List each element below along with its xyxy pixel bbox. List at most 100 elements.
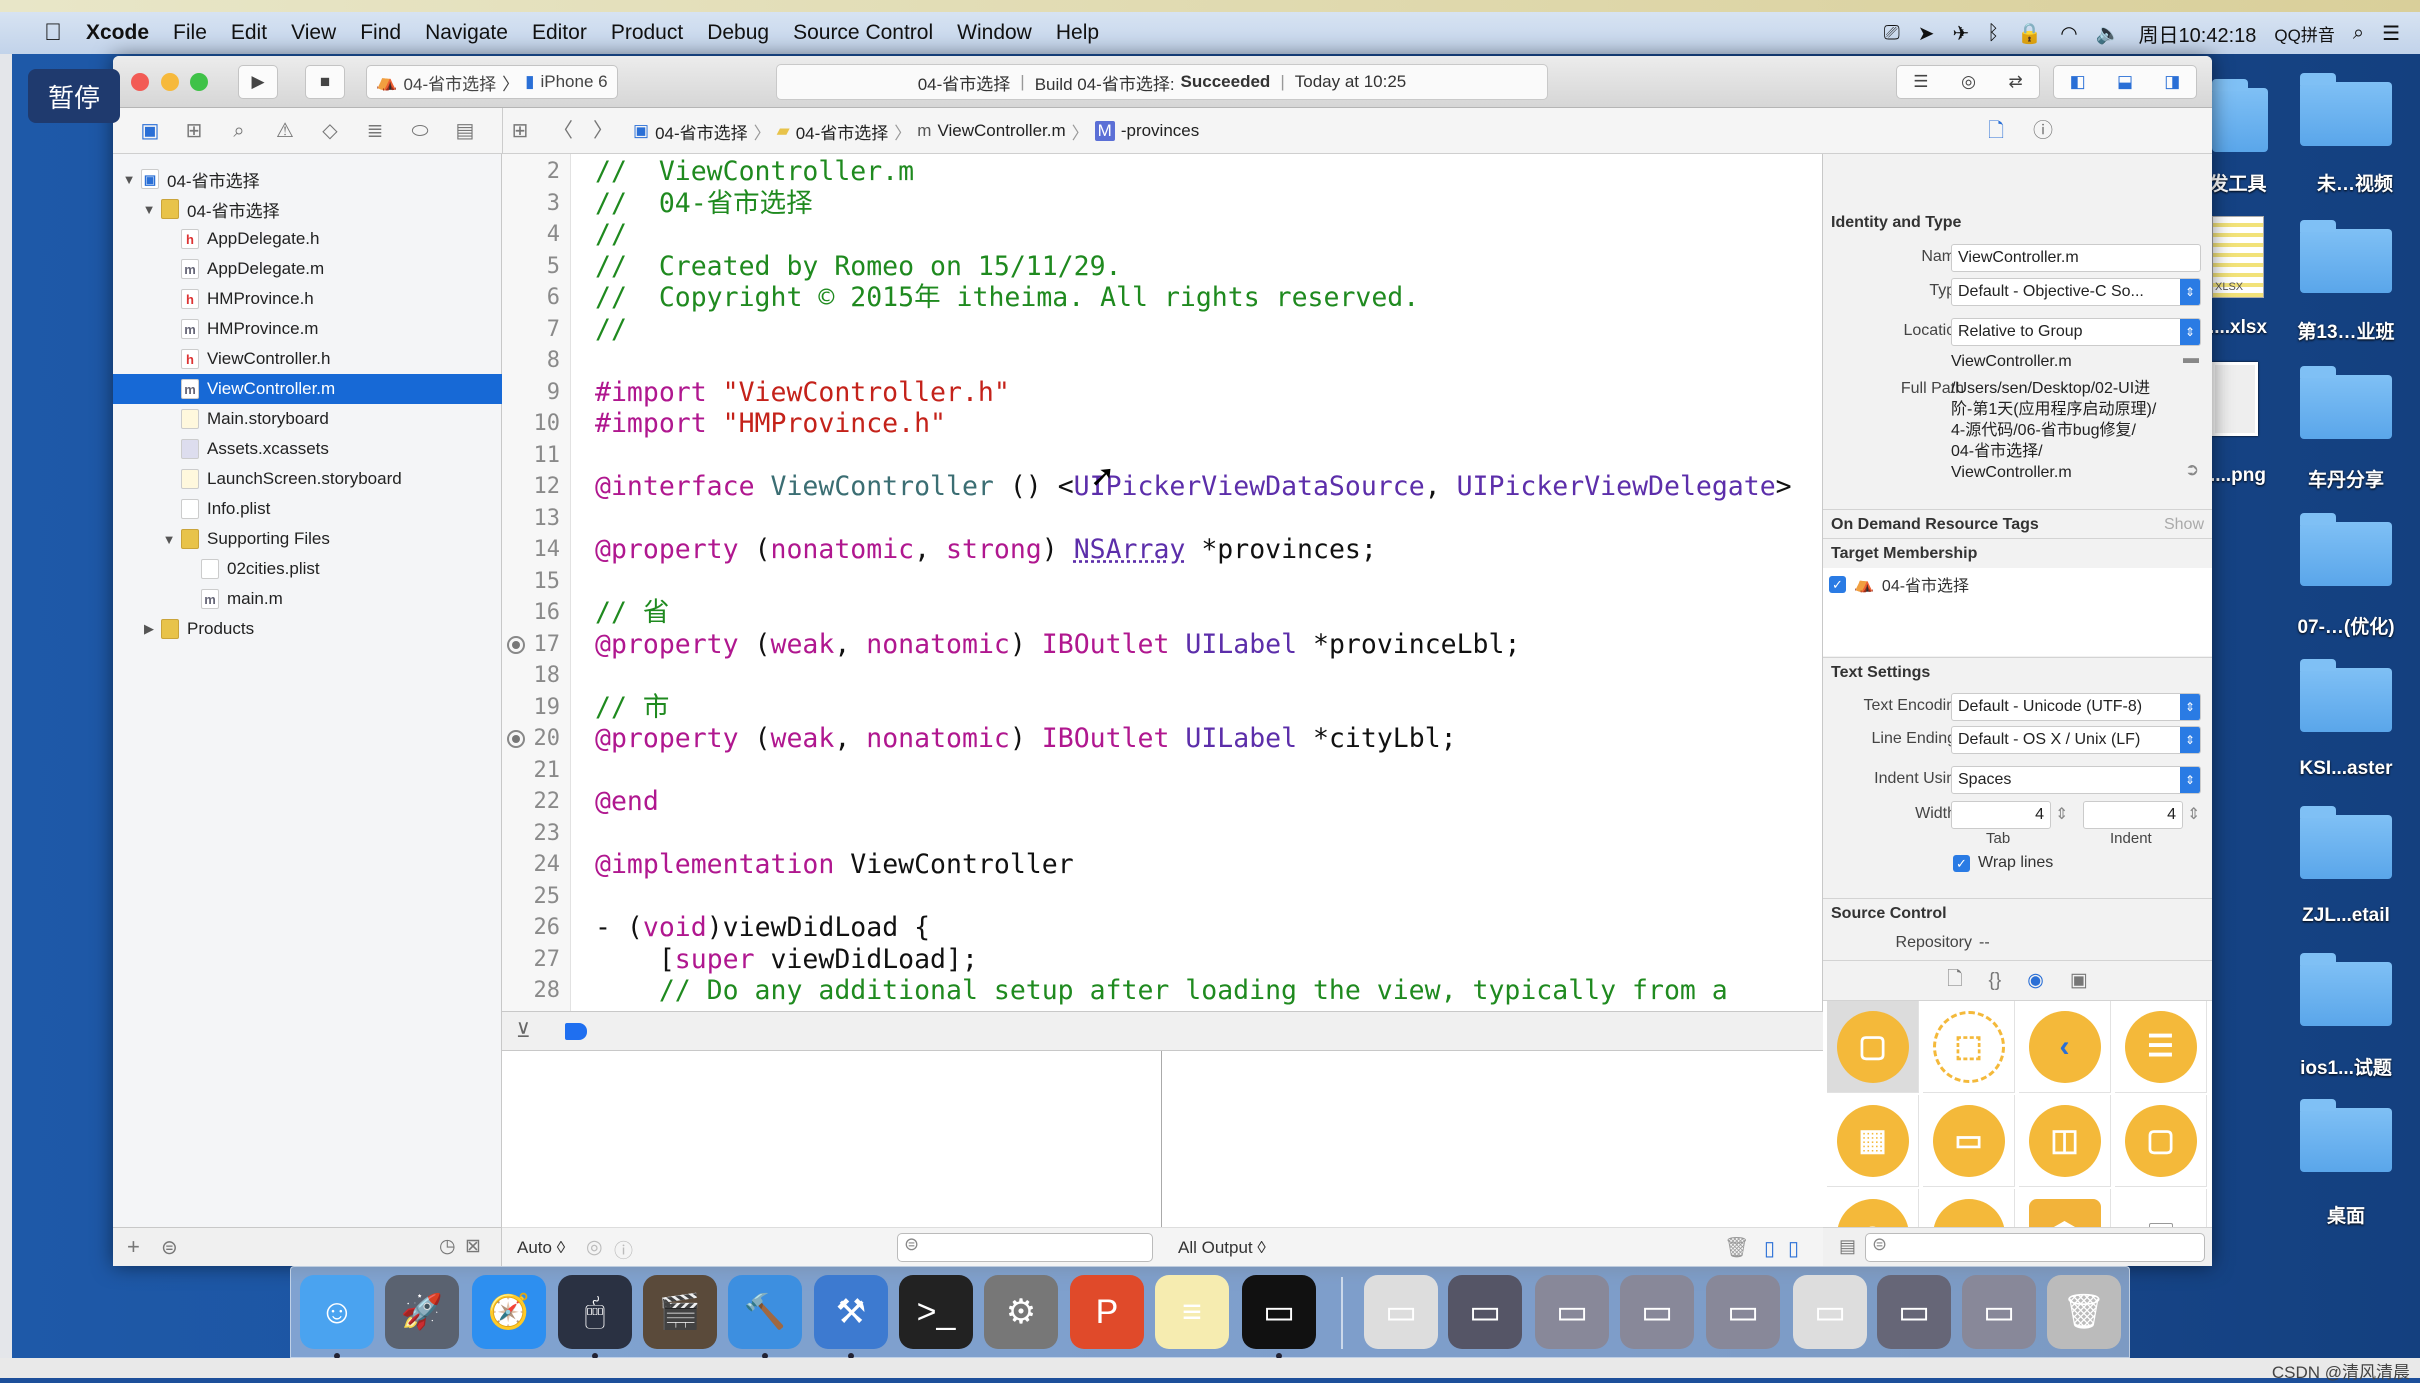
dock-notes[interactable]: ≡ — [1155, 1275, 1229, 1349]
show-variables-icon[interactable]: ▯ — [1764, 1236, 1775, 1261]
library-item-navigation-controller[interactable]: ‹ — [2019, 1001, 2111, 1093]
dock-xcode[interactable]: 🔨 — [728, 1275, 802, 1359]
navigator-item[interactable]: h AppDelegate.h — [113, 224, 502, 254]
target-checkbox[interactable]: ✓ — [1829, 575, 1846, 593]
source-editor[interactable]: 2 // ViewController.m 3 // 04-省市选择 4 // 5 // Cr… — [502, 154, 1823, 1011]
breadcrumb-item[interactable]: 04-省市选择 — [796, 119, 889, 144]
symbol-navigator-icon[interactable]: ⊞ — [181, 118, 207, 144]
menu-xcode[interactable]: Xcode — [86, 21, 149, 45]
variables-scope-popup[interactable]: Auto ◊ — [517, 1238, 565, 1258]
back-icon[interactable]: 〈 — [550, 118, 576, 144]
navigator-item[interactable]: Info.plist — [113, 494, 502, 524]
desktop-folder-icon[interactable] — [2300, 659, 2392, 732]
library-item-storyboard-reference[interactable]: ⬚ — [1923, 1001, 2015, 1093]
file-inspector-icon[interactable]: 🗋 — [1983, 118, 2009, 144]
console-output-popup[interactable]: All Output ◊ — [1178, 1238, 1266, 1258]
indent-stepper[interactable]: ⇕ — [2187, 804, 2200, 824]
breadcrumb-item[interactable]: -provinces — [1121, 121, 1199, 141]
navigator-item[interactable]: m AppDelegate.m — [113, 254, 502, 284]
breadcrumb-item[interactable]: 04-省市选择 — [655, 119, 748, 144]
dock-window-5[interactable]: ▭ — [1706, 1275, 1780, 1349]
disclosure-open-icon[interactable]: ▼ — [121, 172, 137, 187]
outlet-connection-icon[interactable] — [507, 635, 525, 654]
breakpoints-toggle-icon[interactable] — [565, 1023, 587, 1040]
library-filter-field[interactable]: ⊜ — [1865, 1233, 2205, 1262]
media-library-icon[interactable]: ▣ — [2070, 969, 2088, 992]
volume-icon[interactable]: 🔈 — [2096, 21, 2121, 46]
navigator-item[interactable]: Assets.xcassets — [113, 434, 502, 464]
indent-width-field[interactable]: 4 — [2083, 801, 2183, 829]
dock-window-3[interactable]: ▭ — [1535, 1275, 1609, 1349]
desktop-folder-icon[interactable] — [2300, 953, 2392, 1026]
navigator-item[interactable]: h ViewController.h — [113, 344, 502, 374]
tab-width-field[interactable]: 4 — [1951, 801, 2051, 829]
library-item-table-view-controller[interactable]: ☰ — [2115, 1001, 2207, 1093]
navigator-item[interactable]: m ViewController.m — [113, 374, 502, 404]
source-control-filter-icon[interactable]: ⊠ — [465, 1235, 481, 1258]
run-button[interactable]: ▶ — [238, 65, 278, 99]
reveal-in-finder-icon[interactable]: ➲ — [2185, 460, 2199, 480]
wifi-icon[interactable]: ◠ — [2060, 21, 2077, 46]
odr-show-button[interactable]: Show — [2164, 510, 2204, 540]
navigator-item[interactable]: ▼ Supporting Files — [113, 524, 502, 554]
dock-launchpad[interactable]: 🚀 — [385, 1275, 459, 1349]
library-item-collection-view-controller[interactable]: ▦ — [1827, 1095, 1919, 1187]
indent-popup[interactable]: Spaces ⇕ — [1951, 766, 2201, 794]
quick-help-icon[interactable]: ⓘ — [2030, 118, 2056, 144]
assistant-editor-icon[interactable]: ◎ — [1961, 72, 1976, 92]
dock-terminal[interactable]: >_ — [899, 1275, 973, 1349]
location-popup[interactable]: Relative to Group ⇕ — [1951, 318, 2201, 346]
console-view[interactable] — [1162, 1051, 1823, 1227]
dock-window-2[interactable]: ▭ — [1448, 1275, 1522, 1349]
desktop-item-label[interactable]: KSI...aster — [2276, 758, 2416, 780]
library-item-tab-bar-controller[interactable]: ▭ — [1923, 1095, 2015, 1187]
menu-window[interactable]: Window — [957, 21, 1032, 45]
folder-icon[interactable]: ▬ — [2183, 350, 2199, 368]
test-navigator-icon[interactable]: ◇ — [317, 118, 343, 144]
navigator-item[interactable]: ▼ 04-省市选择 — [113, 194, 502, 224]
menu-debug[interactable]: Debug — [707, 21, 769, 45]
debug-navigator-icon[interactable]: ≣ — [362, 118, 388, 144]
airplane-icon[interactable]: ✈ — [1953, 21, 1970, 46]
toggle-utilities-icon[interactable]: ◨ — [2164, 72, 2180, 92]
desktop-item-label[interactable]: ios1...试题 — [2276, 1053, 2416, 1080]
bluetooth-icon[interactable]: ᛒ — [1987, 22, 1999, 45]
encoding-popup[interactable]: Default - Unicode (UTF-8) ⇕ — [1951, 693, 2201, 721]
outlet-connection-icon[interactable] — [507, 730, 525, 748]
find-navigator-icon[interactable]: ⌕ — [226, 118, 252, 144]
dock-trash[interactable]: 🗑 — [2047, 1275, 2121, 1349]
zoom-button[interactable] — [190, 73, 208, 91]
dock-wps[interactable]: P — [1070, 1275, 1144, 1349]
lock-icon[interactable]: 🔒 — [2017, 21, 2042, 46]
dock-terminal-exec[interactable]: ▭ — [1242, 1275, 1316, 1359]
library-item-split-view-controller[interactable]: ◫ — [2019, 1095, 2111, 1187]
desktop-folder-icon[interactable] — [2300, 513, 2392, 586]
desktop-folder-icon[interactable] — [2300, 366, 2392, 439]
menu-navigate[interactable]: Navigate — [425, 21, 508, 45]
disclosure-closed-icon[interactable]: ▶ — [141, 621, 157, 637]
desktop-folder-icon[interactable] — [2300, 73, 2392, 146]
minimize-button[interactable] — [161, 73, 179, 91]
issue-navigator-icon[interactable]: ⚠ — [272, 118, 298, 144]
type-popup[interactable]: Default - Objective-C So... ⇕ — [1951, 278, 2201, 306]
variables-filter-field[interactable]: ⊜ — [897, 1233, 1153, 1262]
code-snippet-library-icon[interactable]: {} — [1989, 970, 2002, 992]
filter-icon[interactable]: ⊜ — [161, 1235, 178, 1260]
show-console-icon[interactable]: ▯ — [1788, 1236, 1799, 1261]
navigator-item[interactable]: ▼ ▣ 04-省市选择 — [113, 164, 502, 194]
desktop-folder-icon[interactable] — [2300, 220, 2392, 293]
project-navigator-icon[interactable]: ▣ — [137, 118, 163, 144]
dock-window-8[interactable]: ▭ — [1962, 1275, 2036, 1349]
input-method[interactable]: QQ拼音 — [2274, 21, 2334, 46]
hide-debug-area-icon[interactable]: ⊻ — [516, 1018, 531, 1043]
breakpoint-navigator-icon[interactable]: ⬭ — [407, 118, 433, 144]
location-icon[interactable]: ➤ — [1918, 21, 1935, 46]
pause-badge[interactable]: 暂停 — [28, 69, 120, 123]
dock-mouse-app[interactable]: 🖱 — [558, 1275, 632, 1359]
grid-list-toggle-icon[interactable]: ▤ — [1839, 1236, 1856, 1257]
dock-window-7[interactable]: ▭ — [1877, 1275, 1951, 1349]
dock-window-6[interactable]: ▭ — [1793, 1275, 1867, 1349]
navigator-item[interactable]: h HMProvince.h — [113, 284, 502, 314]
related-items-icon[interactable]: ⊞ — [507, 118, 533, 144]
trash-icon[interactable]: 🗑 — [1724, 1235, 1749, 1260]
